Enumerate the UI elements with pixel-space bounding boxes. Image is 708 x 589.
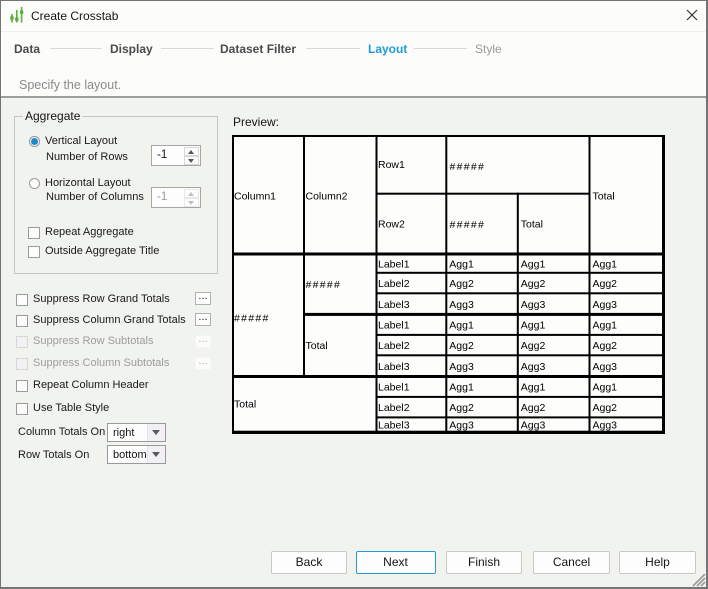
svg-text:Label1: Label1 bbox=[378, 320, 410, 332]
svg-text:Agg3: Agg3 bbox=[449, 361, 474, 373]
svg-text:#####: ##### bbox=[450, 161, 486, 173]
svg-text:Agg2: Agg2 bbox=[593, 278, 618, 290]
svg-text:Agg3: Agg3 bbox=[521, 420, 546, 432]
svg-text:Total: Total bbox=[306, 340, 328, 352]
svg-text:Label1: Label1 bbox=[378, 382, 410, 394]
svg-text:Agg1: Agg1 bbox=[593, 258, 618, 270]
svg-text:Agg2: Agg2 bbox=[521, 402, 546, 414]
svg-text:Label2: Label2 bbox=[378, 340, 410, 352]
svg-text:Agg2: Agg2 bbox=[449, 278, 474, 290]
svg-text:Agg2: Agg2 bbox=[449, 340, 474, 352]
svg-text:Total: Total bbox=[521, 219, 543, 231]
svg-text:Agg1: Agg1 bbox=[449, 382, 474, 394]
svg-text:Agg1: Agg1 bbox=[593, 320, 618, 332]
svg-text:Agg2: Agg2 bbox=[521, 278, 546, 290]
svg-text:Agg2: Agg2 bbox=[521, 340, 546, 352]
svg-text:Agg1: Agg1 bbox=[521, 320, 546, 332]
svg-text:Total: Total bbox=[234, 399, 256, 411]
svg-text:Agg1: Agg1 bbox=[449, 258, 474, 270]
svg-text:Agg2: Agg2 bbox=[593, 402, 618, 414]
svg-text:#####: ##### bbox=[234, 313, 270, 325]
svg-text:#####: ##### bbox=[306, 279, 342, 291]
svg-text:Agg3: Agg3 bbox=[593, 420, 618, 432]
svg-text:Label2: Label2 bbox=[378, 402, 410, 414]
svg-text:Label3: Label3 bbox=[378, 299, 410, 311]
svg-text:Label2: Label2 bbox=[378, 278, 410, 290]
svg-text:Agg3: Agg3 bbox=[593, 299, 618, 311]
svg-text:Agg1: Agg1 bbox=[449, 320, 474, 332]
svg-text:Agg1: Agg1 bbox=[521, 258, 546, 270]
svg-text:Column1: Column1 bbox=[234, 191, 276, 203]
svg-text:Agg3: Agg3 bbox=[593, 361, 618, 373]
svg-text:Row1: Row1 bbox=[378, 159, 405, 171]
svg-text:Agg3: Agg3 bbox=[449, 420, 474, 432]
svg-text:Agg3: Agg3 bbox=[449, 299, 474, 311]
svg-text:Total: Total bbox=[593, 191, 615, 203]
svg-text:Label3: Label3 bbox=[378, 420, 410, 432]
svg-text:Agg1: Agg1 bbox=[593, 382, 618, 394]
svg-text:Label3: Label3 bbox=[378, 361, 410, 373]
svg-text:Agg2: Agg2 bbox=[593, 340, 618, 352]
svg-text:#####: ##### bbox=[450, 219, 486, 231]
svg-text:Row2: Row2 bbox=[378, 219, 405, 231]
svg-text:Agg2: Agg2 bbox=[449, 402, 474, 414]
svg-text:Agg3: Agg3 bbox=[521, 361, 546, 373]
svg-text:Label1: Label1 bbox=[378, 258, 410, 270]
svg-text:Agg3: Agg3 bbox=[521, 299, 546, 311]
svg-text:Agg1: Agg1 bbox=[521, 382, 546, 394]
svg-text:Column2: Column2 bbox=[306, 191, 348, 203]
